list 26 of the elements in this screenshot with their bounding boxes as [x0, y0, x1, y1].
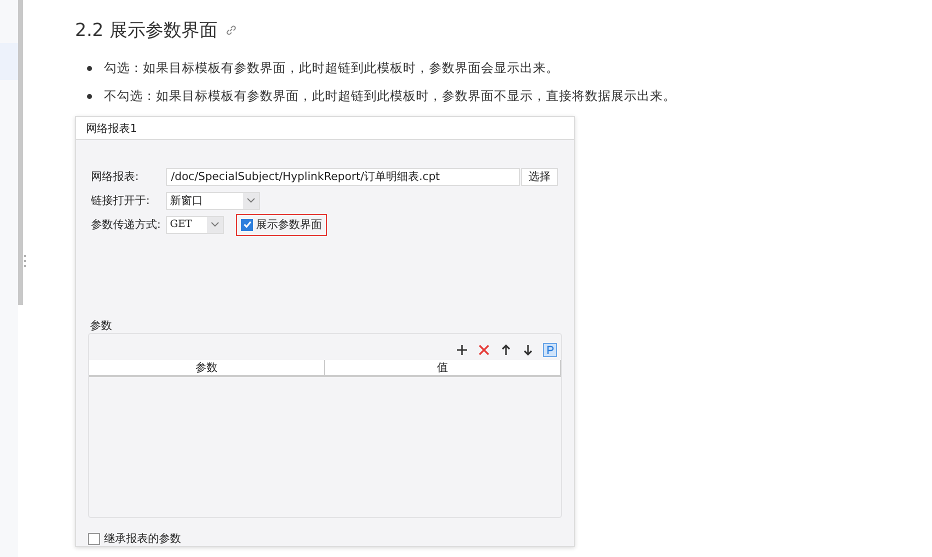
bullet-text: 勾选：如果目标模板有参数界面，此时超链到此模板时，参数界面会显示出来。	[104, 60, 559, 76]
column-header: 值	[325, 360, 561, 376]
column-header: 参数	[89, 360, 325, 376]
bullet-icon	[87, 94, 92, 98]
up-arrow-icon[interactable]	[499, 343, 513, 358]
checkbox[interactable]	[88, 532, 100, 544]
field-label: 参数传递方式:	[91, 217, 162, 232]
link-icon[interactable]	[225, 24, 238, 36]
parameter-icon[interactable]	[543, 343, 557, 358]
checkbox-label: 展示参数界面	[256, 217, 322, 232]
select-button[interactable]: 选择	[521, 168, 558, 186]
group-title: 参数	[90, 319, 112, 332]
field-label: 网络报表:	[91, 169, 140, 184]
delete-icon[interactable]	[477, 343, 491, 358]
scrollbar[interactable]	[18, 0, 23, 305]
bullet-text: 不勾选：如果目标模板有参数界面，此时超链到此模板时，参数界面不显示，直接将数据展示出来。	[104, 88, 676, 104]
bullet-icon	[87, 66, 92, 70]
path-field[interactable]: /doc/SpecialSubject/HyplinkReport/订单明细表.cpt	[166, 168, 520, 186]
add-icon[interactable]	[455, 343, 469, 358]
resize-handle-icon[interactable]	[23, 254, 27, 268]
checkbox[interactable]	[241, 218, 253, 231]
down-arrow-icon[interactable]	[521, 343, 535, 358]
section-heading: 2.2 展示参数界面	[75, 19, 218, 42]
field-label: 链接打开于:	[91, 193, 151, 208]
checkbox-label: 继承报表的参数	[104, 531, 181, 546]
dialog-title: 网络报表1	[86, 120, 137, 136]
